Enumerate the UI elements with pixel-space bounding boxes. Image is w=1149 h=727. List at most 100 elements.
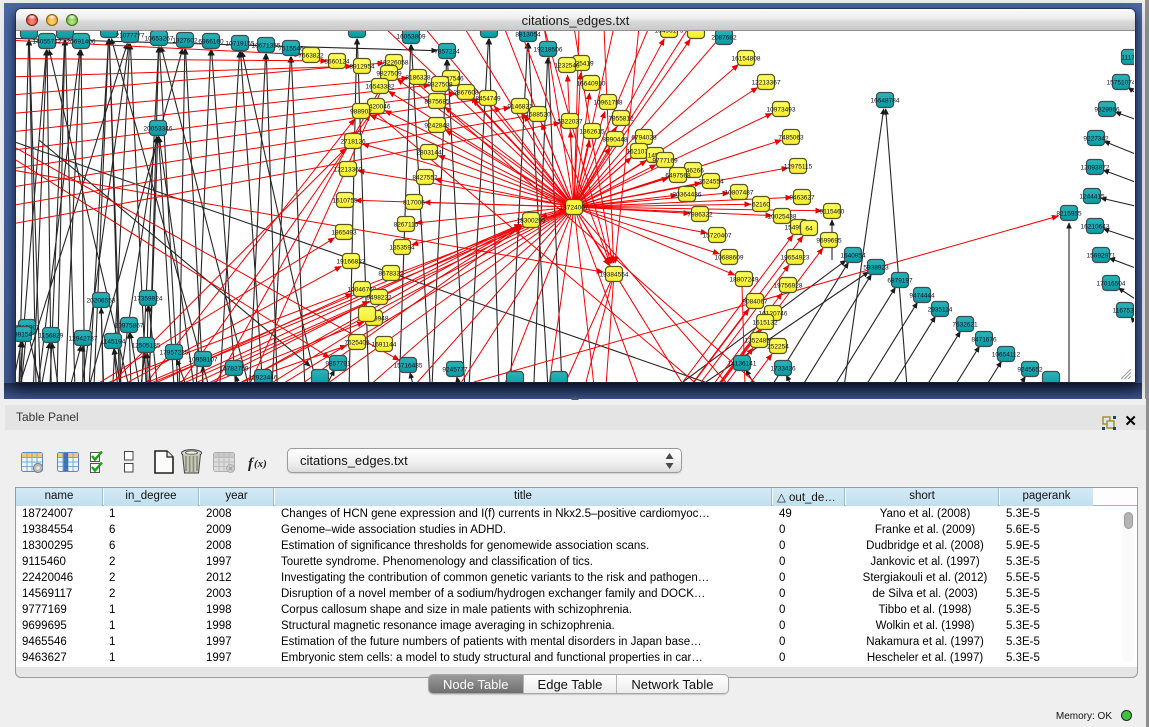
svg-text:62160: 62160 bbox=[752, 201, 770, 208]
svg-text:8875685: 8875685 bbox=[424, 98, 450, 105]
svg-text:12213367: 12213367 bbox=[752, 79, 781, 86]
svg-text:21077777: 21077777 bbox=[116, 32, 145, 39]
svg-text:1733426: 1733426 bbox=[770, 365, 796, 372]
svg-text:10654112: 10654112 bbox=[992, 351, 1021, 358]
svg-text:8990448: 8990448 bbox=[602, 136, 628, 143]
svg-text:16154808: 16154808 bbox=[732, 55, 761, 62]
svg-text:6879197: 6879197 bbox=[887, 277, 913, 284]
svg-text:2803144: 2803144 bbox=[416, 149, 442, 156]
svg-text:16648784: 16648784 bbox=[871, 97, 900, 104]
svg-text:17016504: 17016504 bbox=[1097, 280, 1126, 287]
svg-text:7663822: 7663822 bbox=[298, 52, 324, 59]
svg-text:16210643: 16210643 bbox=[1081, 223, 1110, 230]
svg-text:15751074: 15751074 bbox=[1107, 79, 1134, 86]
svg-text:5938923: 5938923 bbox=[863, 264, 889, 271]
svg-text:10958107: 10958107 bbox=[189, 356, 218, 363]
svg-text:12942737: 12942737 bbox=[69, 335, 98, 342]
svg-text:9115460: 9115460 bbox=[820, 208, 845, 215]
svg-text:3624554: 3624554 bbox=[698, 178, 724, 185]
svg-text:2718126: 2718126 bbox=[340, 138, 366, 145]
svg-text:7485063: 7485063 bbox=[778, 134, 804, 141]
svg-text:39154: 39154 bbox=[16, 331, 32, 338]
svg-text:11175: 11175 bbox=[1121, 54, 1134, 61]
svg-text:20364436: 20364436 bbox=[673, 191, 702, 198]
svg-text:9084067: 9084067 bbox=[742, 298, 768, 305]
svg-text:9699695: 9699695 bbox=[816, 237, 842, 244]
svg-text:15720407: 15720407 bbox=[703, 232, 732, 239]
svg-text:1691144: 1691144 bbox=[372, 341, 397, 348]
svg-text:817006: 817006 bbox=[403, 199, 425, 206]
svg-text:9227342: 9227342 bbox=[1083, 135, 1109, 142]
svg-text:19384554: 19384554 bbox=[600, 271, 629, 278]
svg-text:7955812: 7955812 bbox=[608, 115, 634, 122]
svg-text:12213369: 12213369 bbox=[334, 166, 363, 173]
svg-text:988902: 988902 bbox=[350, 108, 372, 115]
svg-text:64: 64 bbox=[805, 225, 813, 232]
svg-text:1353594: 1353594 bbox=[389, 244, 415, 251]
svg-text:6966160: 6966160 bbox=[198, 38, 224, 45]
svg-text:7625402: 7625402 bbox=[344, 339, 370, 346]
svg-text:14136141: 14136141 bbox=[728, 360, 757, 367]
svg-text:1640954: 1640954 bbox=[840, 252, 866, 259]
svg-text:16543382: 16543382 bbox=[366, 83, 395, 90]
svg-text:16053809: 16053809 bbox=[397, 33, 426, 40]
svg-text:10973493: 10973493 bbox=[767, 106, 796, 113]
svg-text:2935114: 2935114 bbox=[928, 306, 953, 313]
svg-text:9474444: 9474444 bbox=[909, 292, 935, 299]
svg-text:19654923: 19654923 bbox=[781, 254, 810, 261]
svg-text:7515546: 7515546 bbox=[278, 45, 304, 52]
svg-text:12975115: 12975115 bbox=[784, 163, 813, 170]
svg-text:19218506: 19218506 bbox=[534, 46, 563, 53]
svg-text:1327602: 1327602 bbox=[172, 37, 198, 44]
svg-text:18300295: 18300295 bbox=[517, 217, 546, 224]
svg-text:17957225: 17957225 bbox=[160, 349, 189, 356]
svg-text:10671355: 10671355 bbox=[252, 42, 281, 49]
svg-text:19756928: 19756928 bbox=[774, 282, 803, 289]
svg-text:1232546: 1232546 bbox=[554, 62, 580, 69]
svg-text:10653267: 10653267 bbox=[145, 35, 174, 42]
svg-text:10496175: 10496175 bbox=[655, 31, 684, 34]
svg-text:9245777: 9245777 bbox=[442, 366, 468, 373]
svg-text:8660124: 8660124 bbox=[324, 58, 350, 65]
svg-text:9463627: 9463627 bbox=[789, 194, 815, 201]
svg-text:9857791: 9857791 bbox=[325, 360, 351, 367]
svg-text:12093872: 12093872 bbox=[1081, 164, 1110, 171]
svg-text:8471676: 8471676 bbox=[971, 336, 997, 343]
svg-text:9245652: 9245652 bbox=[1017, 366, 1043, 373]
svg-text:7632621: 7632621 bbox=[952, 321, 978, 328]
svg-text:12923446: 12923446 bbox=[249, 374, 278, 381]
svg-text:252254: 252254 bbox=[767, 343, 789, 350]
svg-text:18807249: 18807249 bbox=[730, 276, 759, 283]
svg-text:17359924: 17359924 bbox=[134, 295, 163, 302]
svg-text:1588520: 1588520 bbox=[525, 111, 551, 118]
svg-text:2087682: 2087682 bbox=[711, 34, 737, 41]
svg-text:18724007: 18724007 bbox=[560, 204, 589, 211]
svg-text:20691406: 20691406 bbox=[67, 38, 96, 45]
svg-text:12505135: 12505135 bbox=[132, 342, 161, 349]
svg-text:1362615: 1362615 bbox=[579, 128, 605, 135]
svg-text:1615132: 1615132 bbox=[752, 319, 778, 326]
svg-text:1145194: 1145194 bbox=[101, 338, 126, 345]
svg-text:20053346: 20053346 bbox=[144, 125, 173, 132]
svg-text:9827509: 9827509 bbox=[376, 70, 402, 77]
svg-text:16782759: 16782759 bbox=[220, 365, 249, 372]
svg-text:15692971: 15692971 bbox=[1087, 252, 1116, 259]
svg-text:7986322: 7986322 bbox=[687, 211, 713, 218]
svg-text:8454749: 8454749 bbox=[475, 95, 501, 102]
svg-text:(x): (x) bbox=[254, 458, 267, 470]
svg-text:14055712: 14055712 bbox=[33, 38, 62, 45]
svg-text:6794028: 6794028 bbox=[631, 134, 657, 141]
svg-text:9777169: 9777169 bbox=[652, 157, 678, 164]
svg-text:9242848: 9242848 bbox=[424, 122, 450, 129]
svg-text:8678332: 8678332 bbox=[378, 270, 404, 277]
svg-text:15716485: 15716485 bbox=[394, 362, 423, 369]
svg-text:10719155: 10719155 bbox=[226, 40, 255, 47]
svg-text:10961758: 10961758 bbox=[594, 99, 623, 106]
svg-text:6497568: 6497568 bbox=[665, 172, 691, 179]
svg-text:9329966: 9329966 bbox=[1094, 106, 1120, 113]
svg-text:8912954: 8912954 bbox=[349, 63, 375, 70]
svg-text:5322037: 5322037 bbox=[557, 118, 583, 125]
svg-text:8427552: 8427552 bbox=[412, 174, 438, 181]
svg-text:16640910: 16640910 bbox=[577, 80, 606, 87]
svg-text:10975867: 10975867 bbox=[115, 322, 144, 329]
